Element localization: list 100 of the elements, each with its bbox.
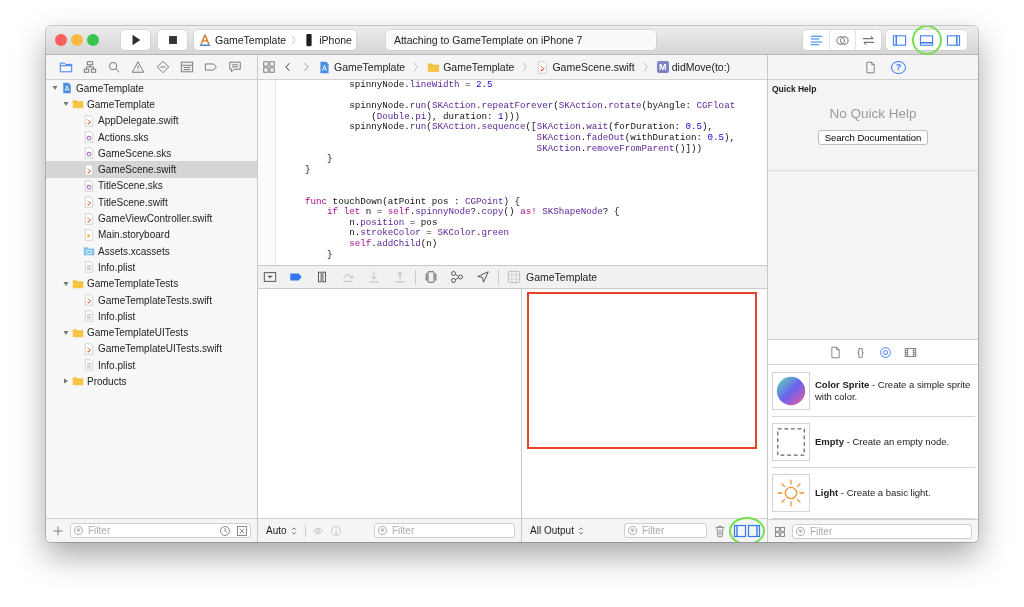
filter-field[interactable]: Filter <box>624 523 707 538</box>
swift-file-icon <box>83 342 95 355</box>
layers-icon[interactable] <box>424 270 438 284</box>
document-icon <box>83 261 95 274</box>
target-name[interactable]: GameTemplate <box>526 271 598 283</box>
left-panel-icon <box>892 32 907 48</box>
run-button[interactable] <box>121 30 150 50</box>
blueprint-document-icon <box>318 60 331 74</box>
code-line: func touchDown(atPoint pos : CGPoint) { <box>304 196 522 207</box>
filter-field[interactable]: Filter <box>70 523 251 538</box>
target-icon[interactable] <box>879 345 892 359</box>
device-name[interactable]: iPhone <box>319 34 352 46</box>
tree-item[interactable]: GameScene.sks <box>46 145 257 162</box>
scheme-selector[interactable]: GameTemplate iPhone <box>194 30 356 50</box>
breadcrumb[interactable]: GameTemplate <box>427 60 515 74</box>
search-icon[interactable] <box>107 60 122 74</box>
activity-status: Attaching to GameTemplate on iPhone 7 <box>385 30 656 50</box>
tree-item[interactable]: GameTemplate <box>46 80 257 97</box>
document-icon <box>83 310 95 323</box>
code-line: n.position = pos <box>348 217 439 228</box>
tree-item[interactable]: Info.plist <box>46 308 257 325</box>
tree-item[interactable]: GameViewController.swift <box>46 210 257 227</box>
tree-item[interactable]: Info.plist <box>46 357 257 374</box>
breadcrumb[interactable]: M didMove(to:) <box>656 61 731 73</box>
split-view-button[interactable] <box>733 522 761 539</box>
code-line: } <box>326 154 334 165</box>
tree-item[interactable]: Products <box>46 373 257 390</box>
location-arrow-icon[interactable] <box>476 270 490 284</box>
grid-icon[interactable] <box>774 525 786 538</box>
disclosure-triangle-icon[interactable] <box>61 328 70 337</box>
warning-icon[interactable] <box>131 60 146 74</box>
crossed-box-icon[interactable] <box>236 524 248 537</box>
filter-field[interactable]: Filter <box>792 524 972 539</box>
tree-item[interactable]: Actions.sks <box>46 128 257 146</box>
trash-icon[interactable] <box>713 523 727 538</box>
tree-item[interactable]: Info.plist <box>46 259 257 276</box>
scene-file-icon <box>83 147 95 160</box>
empty-message: No Quick Help <box>829 106 917 121</box>
folder-icon <box>72 98 84 111</box>
tree-item[interactable]: AppDelegate.swift <box>46 112 257 129</box>
bottom-panel-icon <box>919 32 934 48</box>
code-line: } <box>304 164 312 176</box>
library-item[interactable]: Empty - Create an empty node. <box>772 417 975 468</box>
filter-field[interactable]: Filter <box>374 523 515 538</box>
tree-item[interactable]: GameTemplateTests.swift <box>46 291 257 309</box>
right-panel-icon <box>946 32 961 48</box>
breadcrumb[interactable]: GameScene.swift <box>536 60 635 74</box>
library-item[interactable]: Color Sprite - Create a simple sprite with color. <box>772 366 975 417</box>
disclosure-triangle-icon[interactable] <box>61 377 70 386</box>
folder-icon <box>72 277 84 290</box>
code-line: self.addChild(n) <box>348 238 439 250</box>
plus-icon[interactable] <box>52 524 64 537</box>
code-line: spinnyNode.run(SKAction.repeatForever(SKAction.rotate(byAngle: CGFloat <box>348 101 736 112</box>
clock-icon[interactable] <box>219 524 231 537</box>
tree-item[interactable]: Assets.xcassets <box>46 242 257 260</box>
tree-item[interactable]: TitleScene.sks <box>46 177 257 195</box>
zoom-button[interactable] <box>87 34 99 46</box>
tag-icon[interactable] <box>203 60 218 74</box>
swift-file-icon <box>83 196 95 209</box>
folder-icon[interactable] <box>59 60 74 74</box>
document-icon[interactable] <box>864 60 877 74</box>
panel-heading: Quick Help <box>771 83 817 94</box>
disclosure-triangle-icon[interactable] <box>61 279 70 288</box>
tree-item[interactable]: GameTemplate <box>46 96 257 113</box>
graph-nodes-icon[interactable] <box>450 270 464 284</box>
filter-icon <box>73 525 84 536</box>
code-line: } <box>326 249 334 261</box>
pause-icon[interactable] <box>315 270 329 284</box>
scope-popup[interactable]: Auto <box>264 525 299 536</box>
tree-item[interactable]: GameTemplateUITests <box>46 324 257 341</box>
code-line: SKAction.fadeOut(withDuration: 0.5), <box>535 132 736 144</box>
output-popup[interactable]: All Output <box>528 525 586 536</box>
speech-bubble-icon[interactable] <box>227 60 242 74</box>
code-line: spinnyNode.run(SKAction.sequence([SKAction.wait(forDuration: 0.5), <box>348 122 715 133</box>
hierarchy-icon[interactable] <box>83 60 98 74</box>
stop-button[interactable] <box>158 30 187 50</box>
collapse-panel-icon[interactable] <box>263 270 277 284</box>
search-documentation-button[interactable]: Search Documentation <box>817 130 929 145</box>
tree-item[interactable]: GameScene.swift <box>46 161 257 178</box>
scene-file-icon <box>83 131 95 144</box>
code-snippet-tab[interactable]: {} <box>854 345 867 359</box>
tree-item[interactable]: GameTemplateTests <box>46 275 257 292</box>
folder-icon <box>427 60 441 74</box>
asset-folder-icon <box>83 245 95 258</box>
diamond-icon[interactable] <box>155 60 170 74</box>
scene-file-icon <box>83 179 95 192</box>
tree-item[interactable]: GameTemplateUITests.swift <box>46 340 257 358</box>
tree-item[interactable]: Main.storyboard <box>46 226 257 243</box>
list-icon[interactable] <box>179 60 194 74</box>
tree-item[interactable]: TitleScene.swift <box>46 194 257 211</box>
scheme-name[interactable]: GameTemplate <box>215 34 287 46</box>
app-placeholder-icon <box>507 270 521 284</box>
document-icon[interactable] <box>829 345 842 359</box>
storyboard-file-icon <box>83 228 95 241</box>
grid-icon[interactable] <box>262 60 276 74</box>
code-line: SKAction.removeFromParent()])) <box>535 143 704 155</box>
film-icon[interactable] <box>904 345 917 359</box>
document-icon <box>83 359 95 372</box>
breadcrumb[interactable]: GameTemplate <box>318 60 406 74</box>
close-button[interactable] <box>55 34 67 46</box>
